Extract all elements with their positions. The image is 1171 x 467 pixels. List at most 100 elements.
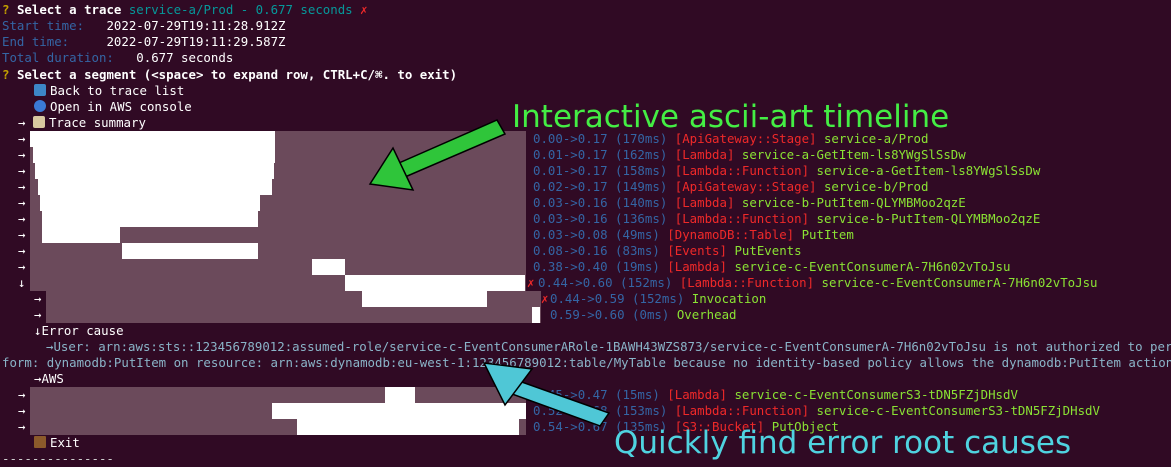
duration-line: Total duration: 0.677 seconds bbox=[2, 50, 233, 66]
segment-name: service-c-EventConsumerA-7H6n02vToJsu bbox=[734, 259, 1011, 274]
select-trace-line: ? Select a trace service-a/Prod - 0.677 … bbox=[2, 2, 368, 18]
segment-name: service-a-GetItem-ls8YWgSlSsDw bbox=[741, 147, 966, 162]
segment-row[interactable]: 0.38->0.40 (19ms) [Lambda] service-c-Eve… bbox=[533, 259, 1010, 275]
timeline-bar[interactable] bbox=[312, 259, 345, 275]
segment-name: PutItem bbox=[801, 227, 854, 242]
arrow-right-icon: → bbox=[18, 227, 26, 242]
timeline-bar[interactable] bbox=[30, 131, 275, 147]
segment-type: [ApiGateway::Stage] bbox=[674, 179, 817, 194]
timeline-bar[interactable] bbox=[362, 291, 487, 307]
timeline-bar[interactable] bbox=[297, 419, 519, 435]
arrow-right-icon: → bbox=[34, 291, 42, 306]
timeline-bar[interactable] bbox=[38, 179, 272, 195]
back-label: Back to trace list bbox=[50, 83, 185, 98]
timeline-bar[interactable] bbox=[385, 387, 415, 403]
segment-type: [Events] bbox=[667, 243, 727, 258]
arrow-right-icon: → bbox=[18, 195, 26, 210]
timeline-bar[interactable] bbox=[345, 275, 525, 291]
timeline-track bbox=[30, 387, 526, 403]
duration-value: 0.677 seconds bbox=[136, 50, 234, 65]
timeline-track bbox=[46, 307, 541, 323]
segment-name: Invocation bbox=[691, 291, 767, 306]
error-cause-row[interactable]: ↓Error cause bbox=[34, 323, 124, 339]
segment-timing: 0.59->0.60 (0ms) bbox=[550, 307, 670, 322]
segment-type: [Lambda] bbox=[674, 147, 735, 162]
trace-summary[interactable]: → Trace summary bbox=[18, 115, 146, 131]
segment-timing: 0.45->0.47 (15ms) bbox=[533, 387, 660, 402]
segment-name: Overhead bbox=[676, 307, 737, 322]
arrow-right-icon: → bbox=[18, 179, 26, 194]
start-time-line: Start time: 2022-07-29T19:11:28.912Z bbox=[2, 18, 286, 34]
segment-timing: 0.03->0.16 (140ms) bbox=[533, 195, 668, 210]
segment-row[interactable]: 0.44->0.59 (152ms) Invocation bbox=[550, 291, 766, 307]
segment-row[interactable]: 0.03->0.16 (136ms) [Lambda::Function] se… bbox=[533, 211, 1040, 227]
segment-name: service-a-GetItem-ls8YWgSlSsDw bbox=[816, 163, 1041, 178]
segment-row[interactable]: 0.52->0.68 (153ms) [Lambda::Function] se… bbox=[533, 403, 1100, 419]
segment-row[interactable]: 0.44->0.60 (152ms) [Lambda::Function] se… bbox=[538, 275, 1098, 291]
segment-name: service-c-EventConsumerA-7H6n02vToJsu bbox=[821, 275, 1098, 290]
timeline-bar[interactable] bbox=[122, 243, 258, 259]
end-time-label: End time: bbox=[2, 34, 70, 49]
door-icon bbox=[34, 436, 46, 448]
timeline-bar[interactable] bbox=[42, 211, 258, 227]
segment-type: [Lambda] bbox=[674, 195, 735, 210]
segment-row[interactable]: 0.59->0.60 (0ms) Overhead bbox=[550, 307, 737, 323]
segment-name: service-c-EventConsumerS3-tDN5FZjDHsdV bbox=[816, 403, 1100, 418]
duration-label: Total duration: bbox=[2, 50, 114, 65]
segment-row[interactable]: 0.01->0.17 (158ms) [Lambda::Function] se… bbox=[533, 163, 1040, 179]
errors-annotation: Quickly find error root causes bbox=[614, 425, 1072, 461]
timeline-bar[interactable] bbox=[532, 307, 540, 323]
segment-name: service-b-PutItem-QLYMBMoo2qzE bbox=[816, 211, 1041, 226]
open-console-label: Open in AWS console bbox=[50, 99, 192, 114]
segment-name: service-c-EventConsumerS3-tDN5FZjDHsdV bbox=[734, 387, 1018, 402]
exit-item[interactable]: Exit bbox=[34, 435, 80, 451]
segment-timing: 0.44->0.60 (152ms) bbox=[538, 275, 673, 290]
arrow-right-icon: → bbox=[34, 307, 42, 322]
segment-timing: 0.44->0.59 (152ms) bbox=[550, 291, 685, 306]
segment-row[interactable]: 0.03->0.16 (140ms) [Lambda] service-b-Pu… bbox=[533, 195, 966, 211]
select-segment-prompt: Select a segment (<space> to expand row,… bbox=[16, 67, 458, 82]
segment-type: [Lambda::Function] bbox=[674, 403, 810, 418]
footer-rule: --------------- bbox=[2, 451, 114, 466]
arrow-right-icon: → bbox=[18, 419, 26, 434]
segment-row[interactable]: 0.08->0.16 (83ms) [Events] PutEvents bbox=[533, 243, 802, 259]
arrow-right-icon: → bbox=[18, 147, 26, 162]
trace-summary-label: Trace summary bbox=[48, 115, 146, 130]
arrow-right-icon: → bbox=[18, 131, 26, 146]
timeline-bar[interactable] bbox=[40, 195, 260, 211]
segment-type: [Lambda::Function] bbox=[674, 163, 810, 178]
segment-name: service-b-PutItem-QLYMBMoo2qzE bbox=[741, 195, 966, 210]
segment-type: [Lambda::Function] bbox=[679, 275, 815, 290]
question-mark: ? bbox=[2, 67, 10, 82]
error-message: form: dynamodb:PutItem on resource: arn:… bbox=[2, 355, 1171, 370]
error-message: →User: arn:aws:sts::123456789012:assumed… bbox=[46, 339, 1171, 354]
arrow-right-icon: → bbox=[18, 387, 26, 402]
open-in-console[interactable]: Open in AWS console bbox=[34, 99, 192, 115]
timeline-bar[interactable] bbox=[35, 163, 274, 179]
timeline-bar[interactable] bbox=[42, 227, 120, 243]
segment-row[interactable]: 0.45->0.47 (15ms) [Lambda] service-c-Eve… bbox=[533, 387, 1018, 403]
segment-timing: 0.03->0.08 (49ms) bbox=[533, 227, 660, 242]
globe-icon bbox=[34, 100, 46, 112]
error-mark-icon: ✗ bbox=[360, 2, 368, 17]
arrow-right-icon: → bbox=[18, 243, 26, 258]
aws-row[interactable]: →AWS bbox=[34, 371, 64, 387]
segment-row[interactable]: 0.01->0.17 (162ms) [Lambda] service-a-Ge… bbox=[533, 147, 966, 163]
segment-type: [Lambda::Function] bbox=[674, 211, 810, 226]
arrow-right-icon: → bbox=[18, 403, 26, 418]
timeline-annotation: Interactive ascii-art timeline bbox=[512, 99, 950, 135]
segment-type: [DynamoDB::Table] bbox=[667, 227, 795, 242]
segment-timing: 0.03->0.16 (136ms) bbox=[533, 211, 668, 226]
back-to-trace-list[interactable]: Back to trace list bbox=[34, 83, 184, 99]
scroll-icon bbox=[32, 116, 45, 128]
segment-type: [Lambda] bbox=[667, 259, 727, 274]
segment-row[interactable]: 0.02->0.17 (149ms) [ApiGateway::Stage] s… bbox=[533, 179, 928, 195]
selected-trace[interactable]: service-a/Prod - 0.677 seconds bbox=[129, 2, 353, 17]
segment-row[interactable]: 0.03->0.08 (49ms) [DynamoDB::Table] PutI… bbox=[533, 227, 854, 243]
segment-timing: 0.02->0.17 (149ms) bbox=[533, 179, 668, 194]
exit-label: Exit bbox=[50, 435, 80, 450]
end-time-value: 2022-07-29T19:11:29.587Z bbox=[106, 34, 286, 49]
timeline-bar[interactable] bbox=[272, 403, 526, 419]
timeline-bar[interactable] bbox=[33, 147, 275, 163]
timeline-track bbox=[30, 243, 526, 259]
